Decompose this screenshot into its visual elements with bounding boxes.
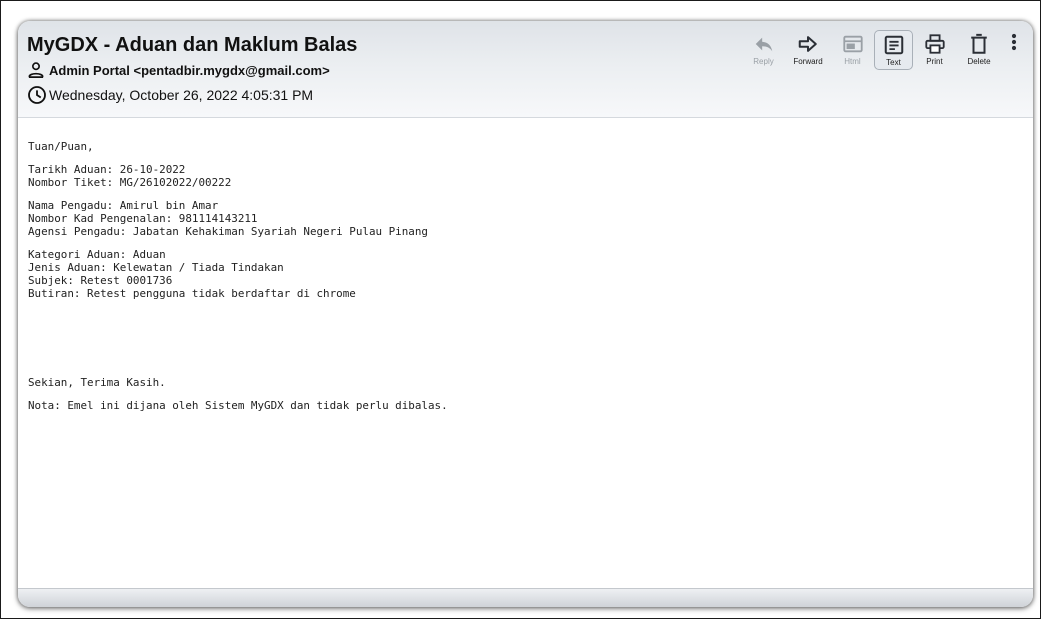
reply-label: Reply — [753, 57, 774, 66]
body-butiran: Butiran: Retest pengguna tidak berdaftar… — [28, 287, 356, 300]
message-body: Tuan/Puan, Tarikh Aduan: 26-10-2022 Nomb… — [18, 118, 1033, 589]
text-view-button[interactable]: Text — [874, 30, 913, 70]
reply-button[interactable]: Reply — [744, 30, 783, 70]
text-view-label: Text — [886, 58, 901, 67]
text-view-icon — [884, 35, 903, 55]
message-subject: MyGDX - Aduan dan Maklum Balas — [27, 34, 358, 56]
window-footer — [18, 588, 1033, 607]
body-nota: Nota: Emel ini dijana oleh Sistem MyGDX … — [28, 399, 448, 412]
html-view-icon — [842, 35, 863, 53]
delete-label: Delete — [967, 57, 991, 66]
forward-label: Forward — [793, 57, 823, 66]
trash-icon — [971, 33, 987, 54]
message-header: MyGDX - Aduan dan Maklum Balas Admin Por… — [18, 21, 1033, 118]
html-view-label: Html — [844, 57, 861, 66]
email-viewer-window: MyGDX - Aduan dan Maklum Balas Admin Por… — [18, 21, 1033, 607]
delete-button[interactable]: Delete — [956, 30, 1002, 70]
message-date: Wednesday, October 26, 2022 4:05:31 PM — [49, 87, 314, 103]
body-nama-pengadu: Nama Pengadu: Amirul bin Amar — [28, 199, 219, 212]
person-icon — [28, 62, 44, 78]
body-jenis: Jenis Aduan: Kelewatan / Tiada Tindakan — [28, 261, 284, 274]
forward-button[interactable]: Forward — [785, 30, 831, 70]
sender-address: Admin Portal <pentadbir.mygdx@gmail.com> — [49, 62, 330, 78]
body-tarikh-aduan: Tarikh Aduan: 26-10-2022 — [28, 163, 186, 176]
print-button[interactable]: Print — [915, 30, 954, 70]
clock-icon — [28, 86, 46, 104]
message-toolbar: Reply Forward Html Text Print Delete — [743, 30, 1025, 70]
printer-icon — [924, 34, 945, 54]
body-greeting: Tuan/Puan, — [28, 140, 94, 153]
forward-icon — [798, 36, 817, 52]
date-row: Wednesday, October 26, 2022 4:05:31 PM — [27, 85, 313, 105]
screenshot-frame: MyGDX - Aduan dan Maklum Balas Admin Por… — [0, 0, 1041, 619]
body-nombor-tiket: Nombor Tiket: MG/26102022/00222 — [28, 176, 232, 189]
more-options-button[interactable] — [1003, 30, 1025, 70]
sender-row: Admin Portal <pentadbir.mygdx@gmail.com> — [27, 61, 330, 79]
html-view-button[interactable]: Html — [833, 30, 872, 70]
body-subjek: Subjek: Retest 0001736 — [28, 274, 173, 287]
body-kategori: Kategori Aduan: Aduan — [28, 248, 166, 261]
reply-icon — [755, 37, 772, 52]
more-vertical-icon — [1011, 33, 1017, 51]
body-nombor-kad: Nombor Kad Pengenalan: 981114143211 — [28, 212, 258, 225]
body-agensi: Agensi Pengadu: Jabatan Kehakiman Syaria… — [28, 225, 428, 238]
print-label: Print — [926, 57, 943, 66]
body-closing: Sekian, Terima Kasih. — [28, 376, 166, 389]
